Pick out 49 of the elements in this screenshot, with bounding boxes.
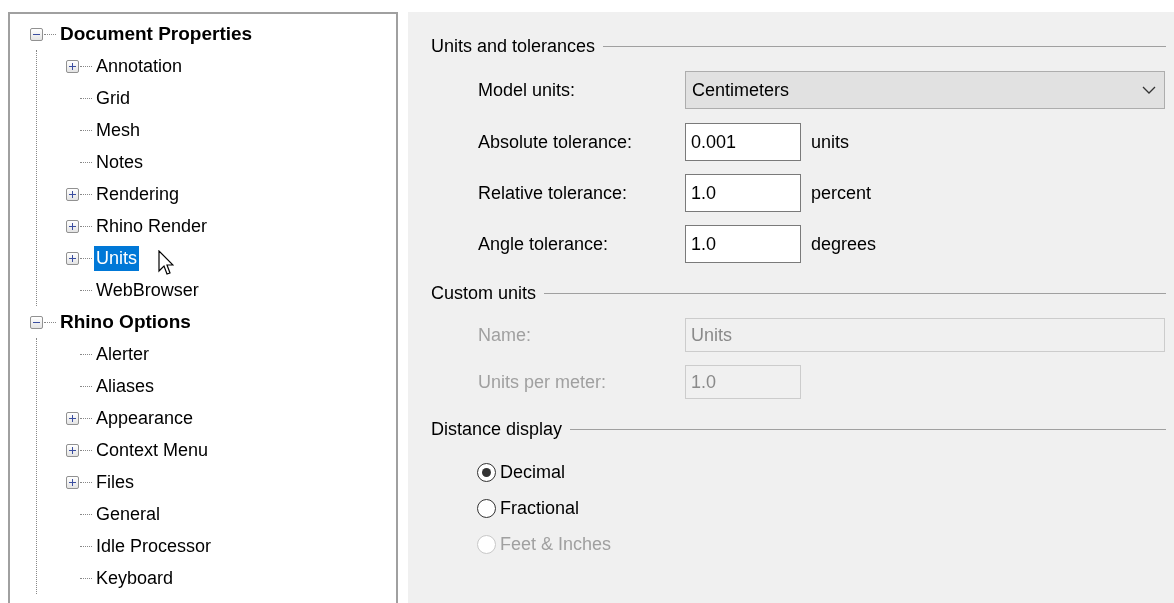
tree-item[interactable]: Notes xyxy=(94,149,146,175)
radio-label[interactable]: Decimal xyxy=(500,461,565,483)
tree-item[interactable]: Grid xyxy=(94,85,132,111)
tree-item[interactable]: Aliases xyxy=(94,373,157,399)
tree-item[interactable]: Context Menu xyxy=(94,437,211,463)
radio-button[interactable] xyxy=(477,498,496,518)
field-label: Absolute tolerance: xyxy=(478,131,634,153)
unit-label: units xyxy=(811,131,850,153)
tree-item[interactable]: Alerter xyxy=(94,341,151,367)
cursor-icon xyxy=(158,250,174,276)
tree-item[interactable]: Annotation xyxy=(94,53,185,79)
group-title: Units and tolerances xyxy=(431,36,596,57)
tree-item[interactable]: Rhino Options xyxy=(58,309,193,335)
field-label: Angle tolerance: xyxy=(478,233,610,255)
input-field[interactable]: 1.0 xyxy=(685,174,801,212)
field-label: Units per meter: xyxy=(478,371,608,393)
group-title: Custom units xyxy=(431,283,537,304)
expand-icon[interactable] xyxy=(66,251,79,265)
tree-item[interactable]: Document Properties xyxy=(58,21,255,47)
chevron-down-icon xyxy=(1142,86,1156,94)
tree-item[interactable]: WebBrowser xyxy=(94,277,201,303)
tree-item[interactable]: Appearance xyxy=(94,405,196,431)
unit-label: percent xyxy=(811,182,872,204)
expand-icon[interactable] xyxy=(66,475,79,489)
input-field[interactable]: 0.001 xyxy=(685,123,801,161)
expand-icon[interactable] xyxy=(66,411,79,425)
collapse-icon[interactable] xyxy=(30,27,43,41)
unit-label: degrees xyxy=(811,233,877,255)
collapse-icon[interactable] xyxy=(30,315,43,329)
tree-item[interactable]: Idle Processor xyxy=(94,533,214,559)
field-label: Relative tolerance: xyxy=(478,182,629,204)
radio-button[interactable] xyxy=(477,462,496,482)
input-field[interactable]: 1.0 xyxy=(685,225,801,263)
expand-icon[interactable] xyxy=(66,219,79,233)
expand-icon[interactable] xyxy=(66,59,79,73)
tree-item[interactable]: Mesh xyxy=(94,117,142,143)
tree-item[interactable]: Files xyxy=(94,469,136,495)
tree-item[interactable]: Rendering xyxy=(94,181,182,207)
units-dropdown[interactable]: Centimeters xyxy=(685,71,1165,109)
tree-item[interactable]: Units xyxy=(94,245,139,271)
tree-item[interactable]: General xyxy=(94,501,163,527)
expand-icon[interactable] xyxy=(66,443,79,457)
field-label: Name: xyxy=(478,324,532,346)
radio-label[interactable]: Fractional xyxy=(500,497,580,519)
tree-item[interactable]: Keyboard xyxy=(94,565,176,591)
group-title: Distance display xyxy=(431,419,563,440)
field-label: Model units: xyxy=(478,79,577,101)
tree-item[interactable]: Rhino Render xyxy=(94,213,210,239)
expand-icon[interactable] xyxy=(66,187,79,201)
